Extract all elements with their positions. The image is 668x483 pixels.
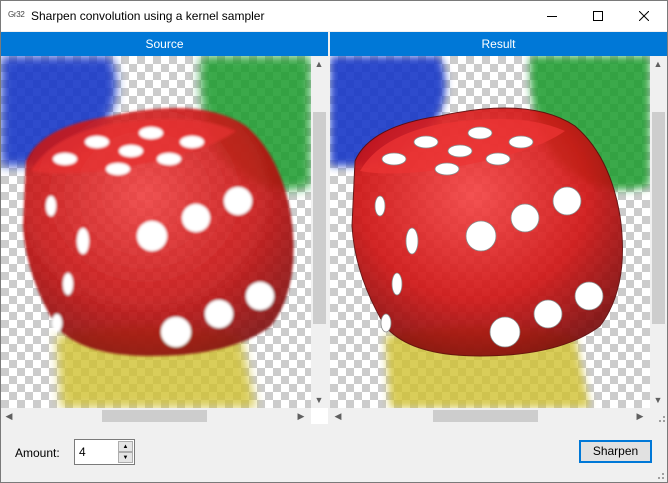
- source-panel: Source ▲ ▼ ◀ ▶: [1, 32, 328, 424]
- source-vertical-scrollbar[interactable]: ▲ ▼: [311, 56, 328, 408]
- scrollbar-corner: [650, 408, 667, 424]
- source-horizontal-thumb[interactable]: [102, 410, 207, 422]
- source-vertical-thumb[interactable]: [313, 112, 326, 324]
- chevron-up-icon: ▲: [122, 443, 129, 450]
- close-button[interactable]: [621, 1, 667, 31]
- source-image: [1, 56, 311, 408]
- bottom-toolbar: Amount: 4 ▲ ▼ Sharpen: [1, 424, 667, 482]
- result-horizontal-thumb[interactable]: [433, 410, 538, 422]
- chevron-right-icon[interactable]: ▶: [293, 408, 309, 424]
- chevron-up-icon[interactable]: ▲: [650, 56, 666, 72]
- result-image: [330, 56, 650, 408]
- sharpen-button[interactable]: Sharpen: [579, 440, 652, 463]
- maximize-button[interactable]: [575, 1, 621, 31]
- amount-label: Amount:: [15, 446, 60, 460]
- amount-spin-buttons: ▲ ▼: [118, 441, 133, 463]
- amount-spinbox[interactable]: 4 ▲ ▼: [74, 439, 135, 465]
- amount-value[interactable]: 4: [79, 445, 86, 459]
- result-vertical-thumb[interactable]: [652, 112, 665, 324]
- source-horizontal-scrollbar[interactable]: ◀ ▶: [1, 408, 311, 424]
- chevron-left-icon[interactable]: ◀: [1, 408, 17, 424]
- spin-down-button[interactable]: ▼: [118, 452, 133, 463]
- size-grip-icon[interactable]: [655, 470, 665, 480]
- chevron-down-icon[interactable]: ▼: [650, 392, 666, 408]
- app-window: Gr32 Sharpen convolution using a kernel …: [0, 0, 668, 483]
- minimize-icon: [547, 16, 557, 17]
- result-horizontal-scrollbar[interactable]: ◀ ▶: [330, 408, 650, 424]
- close-icon: [639, 11, 649, 21]
- result-vertical-scrollbar[interactable]: ▲ ▼: [650, 56, 667, 408]
- result-image-view[interactable]: [330, 56, 650, 408]
- chevron-down-icon: ▼: [122, 454, 129, 461]
- result-panel: Result ▲ ▼ ◀ ▶: [330, 32, 667, 424]
- maximize-icon: [593, 11, 603, 21]
- result-header: Result: [330, 32, 667, 56]
- spin-up-button[interactable]: ▲: [118, 441, 133, 452]
- chevron-down-icon[interactable]: ▼: [311, 392, 327, 408]
- resize-grip-icon: [659, 416, 665, 422]
- minimize-button[interactable]: [529, 1, 575, 31]
- window-title: Sharpen convolution using a kernel sampl…: [31, 9, 265, 23]
- source-image-view[interactable]: [1, 56, 311, 408]
- app-icon: Gr32: [8, 10, 25, 19]
- chevron-right-icon[interactable]: ▶: [632, 408, 648, 424]
- chevron-left-icon[interactable]: ◀: [330, 408, 346, 424]
- title-bar[interactable]: Gr32 Sharpen convolution using a kernel …: [1, 1, 667, 31]
- chevron-up-icon[interactable]: ▲: [311, 56, 327, 72]
- source-header: Source: [1, 32, 328, 56]
